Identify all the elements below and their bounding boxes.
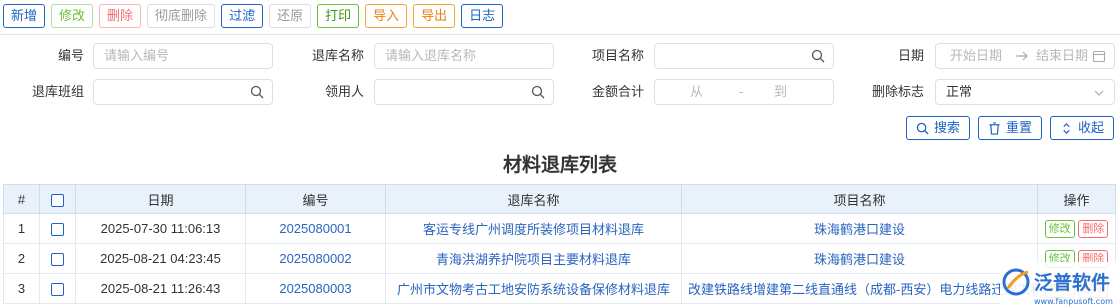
row-date: 2025-08-21 11:26:43	[75, 273, 246, 304]
table-row[interactable]: 2 2025-08-21 04:23:45 2025080002 青海洪湖养护院…	[3, 243, 1116, 274]
row-return-name[interactable]: 广州市文物考古工地安防系统设备保修材料退库	[385, 273, 682, 304]
reset-button-label: 重置	[1005, 120, 1032, 135]
row-return-name[interactable]: 客运专线广州调度所装修项目材料退库	[385, 213, 682, 244]
import-button[interactable]: 导入	[365, 4, 408, 28]
row-date: 2025-08-21 04:23:45	[75, 243, 246, 274]
header-project-name[interactable]: 项目名称	[681, 184, 1038, 214]
row-return-name[interactable]: 青海洪湖养护院项目主要材料退库	[385, 243, 682, 274]
header-actions: 操作	[1037, 184, 1116, 214]
search-icon[interactable]	[250, 85, 264, 99]
search-icon[interactable]	[811, 49, 825, 63]
list-title: 材料退库列表	[502, 155, 617, 176]
arrow-right-icon	[1016, 51, 1028, 61]
row-project-name[interactable]: 珠海鹤港口建设	[681, 213, 1038, 244]
row-index: 2	[3, 243, 40, 274]
row-edit-button[interactable]: 修改	[1044, 219, 1075, 238]
purge-button[interactable]: 彻底删除	[147, 4, 216, 28]
row-checkbox[interactable]	[51, 253, 64, 267]
watermark-text: 泛普软件	[1034, 271, 1110, 294]
header-select-all[interactable]	[39, 184, 76, 214]
row-project-name[interactable]: 改建铁路线增建第二线直通线（成都-西安）电力线路迁改工程	[681, 273, 1038, 304]
row-index: 3	[3, 273, 40, 304]
row-code-link[interactable]: 2025080001	[245, 213, 386, 244]
receiver-label: 领用人	[324, 84, 364, 99]
project-label: 项目名称	[591, 48, 644, 63]
data-table: # 日期 编号 退库名称 项目名称 操作 1 2025-07-30 11:06:…	[3, 184, 1116, 304]
return-name-label: 退库名称	[311, 48, 364, 63]
code-input[interactable]: 请输入编号	[93, 43, 273, 69]
row-code-link[interactable]: 2025080003	[245, 273, 386, 304]
calendar-icon	[1092, 50, 1106, 63]
header-code[interactable]: 编号	[245, 184, 386, 214]
collapse-icon	[1063, 122, 1070, 134]
code-label: 编号	[57, 48, 84, 63]
toolbar: 新增 修改 删除 彻底删除 过滤 还原 打印 导入 导出 日志	[3, 4, 504, 28]
amount-from: 从	[690, 84, 704, 99]
table-header-row: # 日期 编号 退库名称 项目名称 操作	[3, 184, 1116, 214]
search-icon	[916, 122, 929, 135]
row-index: 1	[3, 213, 40, 244]
row-checkbox-cell[interactable]	[39, 213, 76, 244]
code-placeholder: 请输入编号	[104, 48, 170, 63]
date-label: 日期	[897, 48, 924, 63]
row-actions: 修改 删除	[1037, 213, 1116, 244]
row-checkbox[interactable]	[51, 283, 64, 297]
table-row[interactable]: 1 2025-07-30 11:06:13 2025080001 客运专线广州调…	[3, 213, 1116, 244]
date-start: 开始日期	[950, 48, 1003, 63]
select-all-checkbox[interactable]	[51, 193, 64, 207]
log-button[interactable]: 日志	[461, 4, 504, 28]
header-index: #	[3, 184, 40, 214]
row-delete-button[interactable]: 删除	[1078, 219, 1109, 238]
date-range-input[interactable]: 开始日期 结束日期	[935, 43, 1115, 69]
row-checkbox-cell[interactable]	[39, 273, 76, 304]
receiver-input[interactable]	[374, 79, 554, 105]
deleted-flag-value: 正常	[946, 84, 973, 99]
deleted-flag-label: 删除标志	[871, 84, 924, 99]
edit-button[interactable]: 修改	[51, 4, 94, 28]
row-checkbox[interactable]	[51, 223, 64, 237]
add-button[interactable]: 新增	[3, 4, 46, 28]
row-checkbox-cell[interactable]	[39, 243, 76, 274]
filter-button[interactable]: 过滤	[221, 4, 264, 28]
delete-button[interactable]: 删除	[99, 4, 142, 28]
search-button-label: 搜索	[933, 120, 960, 135]
return-name-placeholder: 请输入退库名称	[385, 48, 477, 63]
row-date: 2025-07-30 11:06:13	[75, 213, 246, 244]
team-input[interactable]	[93, 79, 273, 105]
team-label: 退库班组	[31, 84, 84, 99]
header-return-name[interactable]: 退库名称	[385, 184, 682, 214]
export-button[interactable]: 导出	[413, 4, 456, 28]
deleted-flag-select[interactable]: 正常	[935, 79, 1115, 105]
date-end: 结束日期	[1036, 48, 1089, 63]
amount-dash: -	[739, 84, 744, 99]
table-row[interactable]: 3 2025-08-21 11:26:43 2025080003 广州市文物考古…	[3, 273, 1116, 304]
print-button[interactable]: 打印	[317, 4, 360, 28]
watermark-url: www.fanpusoft.com	[1034, 297, 1113, 306]
collapse-button[interactable]: 收起	[1050, 116, 1114, 140]
header-date[interactable]: 日期	[75, 184, 246, 214]
amount-to: 到	[774, 84, 788, 99]
return-name-input[interactable]: 请输入退库名称	[374, 43, 554, 69]
toolbar-divider	[0, 34, 1120, 35]
search-icon[interactable]	[531, 85, 545, 99]
project-input[interactable]	[654, 43, 834, 69]
row-project-name[interactable]: 珠海鹤港口建设	[681, 243, 1038, 274]
trash-icon	[989, 121, 1000, 135]
row-code-link[interactable]: 2025080002	[245, 243, 386, 274]
amount-label: 金额合计	[591, 84, 644, 99]
amount-range-input[interactable]: 从 - 到	[654, 79, 834, 105]
brand-watermark: 泛普软件 www.fanpusoft.com	[1000, 262, 1118, 308]
search-button[interactable]: 搜索	[906, 116, 970, 140]
chevron-down-icon	[1094, 90, 1104, 96]
collapse-button-label: 收起	[1077, 120, 1104, 135]
restore-button[interactable]: 还原	[269, 4, 312, 28]
reset-button[interactable]: 重置	[978, 116, 1042, 140]
